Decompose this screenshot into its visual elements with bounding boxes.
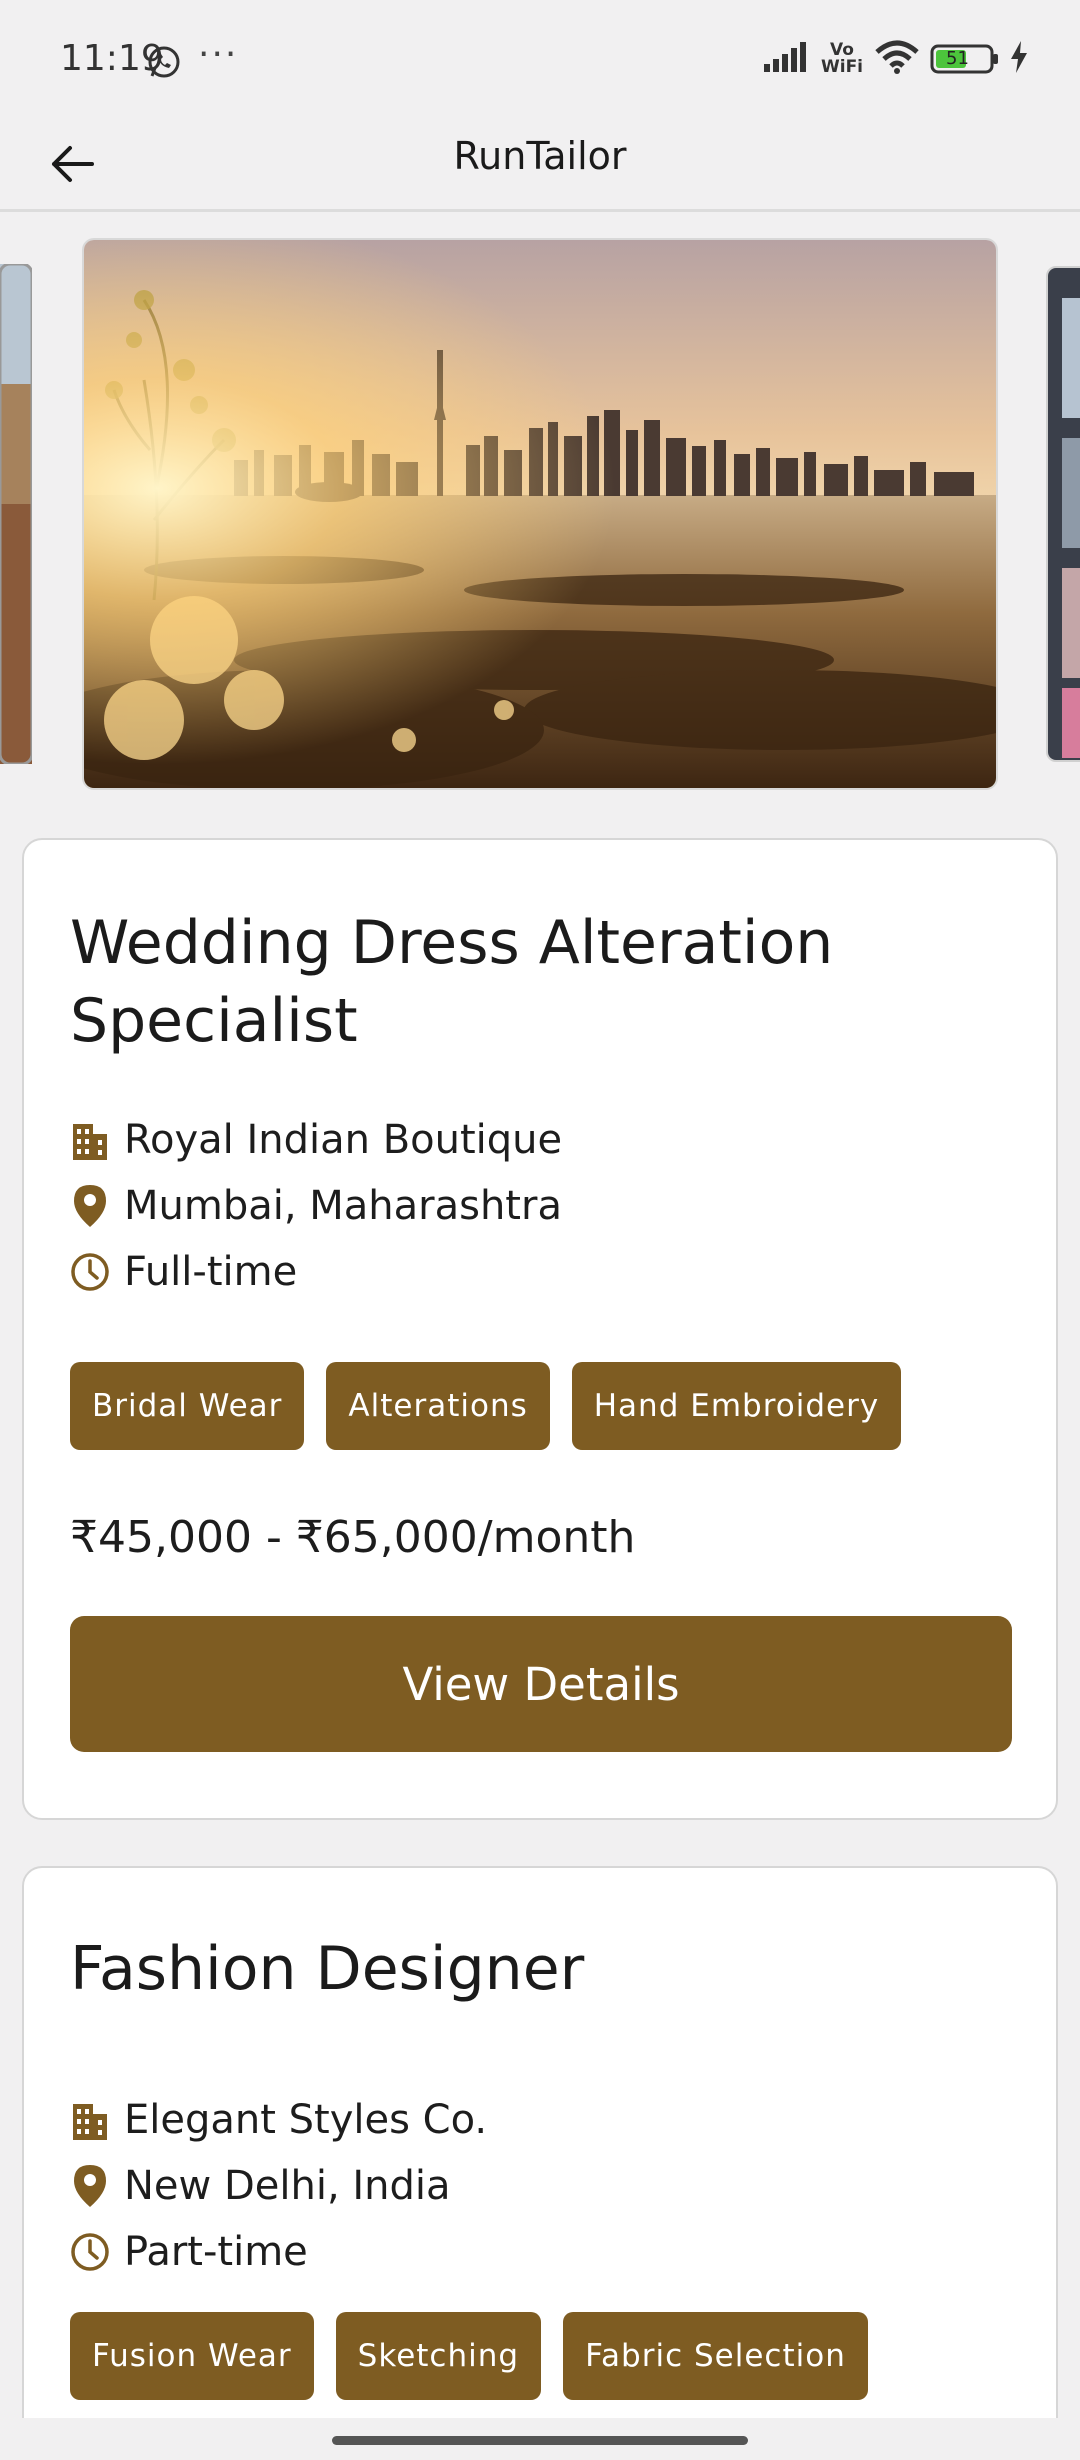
home-indicator[interactable]	[332, 2436, 748, 2445]
building-icon	[70, 2098, 110, 2142]
location-pin-icon	[70, 1184, 110, 1228]
city-skyline-image	[84, 240, 996, 788]
tag-chip: Fusion Wear	[70, 2312, 314, 2400]
job-salary: ₹45,000 - ₹65,000/month	[70, 1512, 636, 1563]
job-location-row: Mumbai, Maharashtra	[70, 1176, 562, 1236]
job-company: Royal Indian Boutique	[124, 1117, 563, 1163]
status-bar: 11:19 ··· Vo WiFi 51	[0, 0, 1080, 120]
job-title: Fashion Designer	[70, 1934, 585, 2004]
location-pin-icon	[70, 2164, 110, 2208]
job-location-row: New Delhi, India	[70, 2156, 451, 2216]
job-location: New Delhi, India	[124, 2163, 451, 2209]
job-type: Part-time	[124, 2229, 308, 2275]
status-indicators: Vo WiFi 51	[764, 40, 1028, 78]
tag-chip: Bridal Wear	[70, 1362, 305, 1450]
job-type-row: Part-time	[70, 2222, 308, 2282]
job-location: Mumbai, Maharashtra	[124, 1183, 562, 1229]
job-company-row: Royal Indian Boutique	[70, 1110, 562, 1170]
carousel-next-slide[interactable]	[1046, 266, 1080, 762]
job-tags: Fusion Wear Sketching Fabric Selection	[70, 2312, 868, 2400]
battery-icon: 51	[930, 43, 1000, 75]
signal-icon	[764, 42, 810, 76]
tag-chip: Fabric Selection	[563, 2312, 868, 2400]
wifi-icon	[874, 40, 920, 78]
job-title: Wedding Dress Alteration Specialist	[70, 908, 834, 1056]
job-company: Elegant Styles Co.	[124, 2097, 488, 2143]
vowifi-label: Vo WiFi	[820, 40, 864, 77]
job-type: Full-time	[124, 1249, 298, 1295]
clock-icon	[70, 1250, 110, 1294]
job-type-row: Full-time	[70, 1242, 297, 1302]
job-card: Wedding Dress Alteration Specialist Roya…	[22, 838, 1058, 1820]
carousel-slide-city-skyline[interactable]	[82, 238, 998, 790]
app-bar: RunTailor	[0, 120, 1080, 212]
job-company-row: Elegant Styles Co.	[70, 2090, 487, 2150]
battery-level: 51	[946, 48, 969, 69]
charging-icon	[1010, 41, 1028, 77]
whatsapp-icon	[146, 44, 182, 80]
tag-chip: Sketching	[335, 2312, 542, 2400]
clock-icon	[70, 2230, 110, 2274]
tag-chip: Alterations	[326, 1362, 550, 1450]
more-notifications-icon: ···	[198, 34, 239, 75]
job-tags: Bridal Wear Alterations Hand Embroidery	[70, 1362, 902, 1450]
image-carousel[interactable]	[0, 232, 1080, 792]
view-details-button[interactable]: View Details	[70, 1616, 1012, 1752]
job-card: Fashion Designer Elegant Styles Co. New …	[22, 1866, 1058, 2460]
tag-chip: Hand Embroidery	[571, 1362, 902, 1450]
app-title: RunTailor	[453, 134, 627, 178]
building-icon	[70, 1118, 110, 1162]
